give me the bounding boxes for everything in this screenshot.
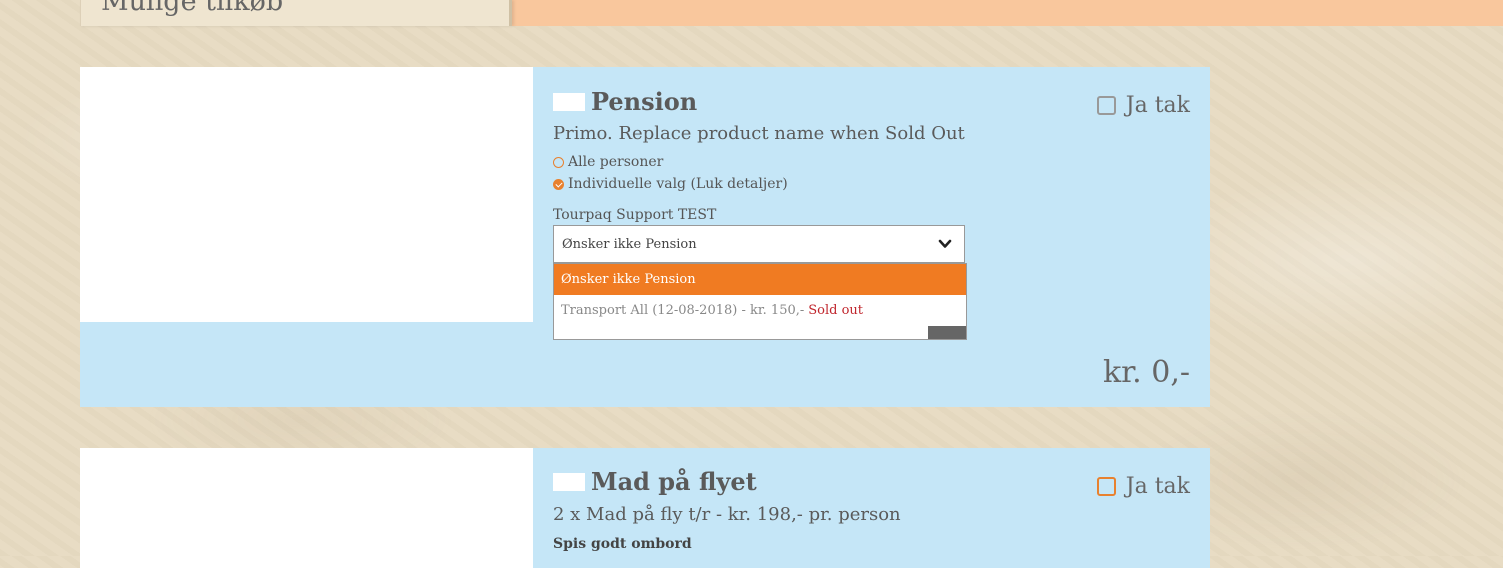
dropdown-option[interactable]: Ønsker ikke Pension [554,264,966,295]
radio-icon[interactable] [553,156,564,168]
radio-label: Alle personer [568,154,664,170]
product-price: kr. 0,- [1102,355,1190,390]
radio-all-persons[interactable]: Alle personer [553,154,663,170]
dropdown-option[interactable]: Transport All (12-08-2018) - kr. 150,- S… [554,295,966,326]
radio-individual-choice[interactable]: Individuelle valg (Luk detaljer) [553,176,788,192]
select-dropdown-list: Ønsker ikke Pension Transport All (12-08… [553,263,967,340]
product-image [80,67,533,322]
chevron-down-icon[interactable] [938,237,952,251]
ja-tak-checkbox[interactable]: Ja tak [1096,474,1190,499]
pension-select[interactable]: Ønsker ikke Pension [553,225,965,263]
scrollbar-thumb[interactable] [928,326,966,339]
header-band [512,0,1503,26]
check-icon[interactable] [553,178,564,190]
checkbox-icon[interactable] [1096,96,1116,115]
ja-tak-label: Ja tak [1125,93,1190,118]
product-image [80,448,533,568]
product-title-row: Mad på flyet [553,467,757,496]
section-title: Mulige tilkøb [101,0,284,17]
product-icon-placeholder [553,472,585,491]
product-card-pension: Pension Ja tak Primo. Replace product na… [80,67,1210,407]
select-value: Ønsker ikke Pension [562,236,697,252]
product-detail: Spis godt ombord [553,536,692,552]
section-tab: Mulige tilkøb [80,0,512,26]
product-title: Mad på flyet [591,467,757,496]
option-label: Ønsker ikke Pension [561,272,696,287]
product-subtitle: Primo. Replace product name when Sold Ou… [553,123,965,144]
ja-tak-label: Ja tak [1125,474,1190,499]
product-subtitle: 2 x Mad på fly t/r - kr. 198,- pr. perso… [553,504,901,525]
ja-tak-checkbox[interactable]: Ja tak [1096,93,1190,118]
checkbox-icon[interactable] [1096,477,1116,496]
option-label: Transport All (12-08-2018) - kr. 150,- [561,303,805,318]
sold-out-badge: Sold out [808,303,864,318]
product-title-row: Pension [553,87,697,116]
product-icon-placeholder [553,92,585,111]
radio-label: Individuelle valg (Luk detaljer) [568,176,788,192]
product-title: Pension [591,87,698,116]
person-label: Tourpaq Support TEST [553,207,717,223]
product-card-mad-paa-flyet: Mad på flyet Ja tak 2 x Mad på fly t/r -… [80,448,1210,568]
